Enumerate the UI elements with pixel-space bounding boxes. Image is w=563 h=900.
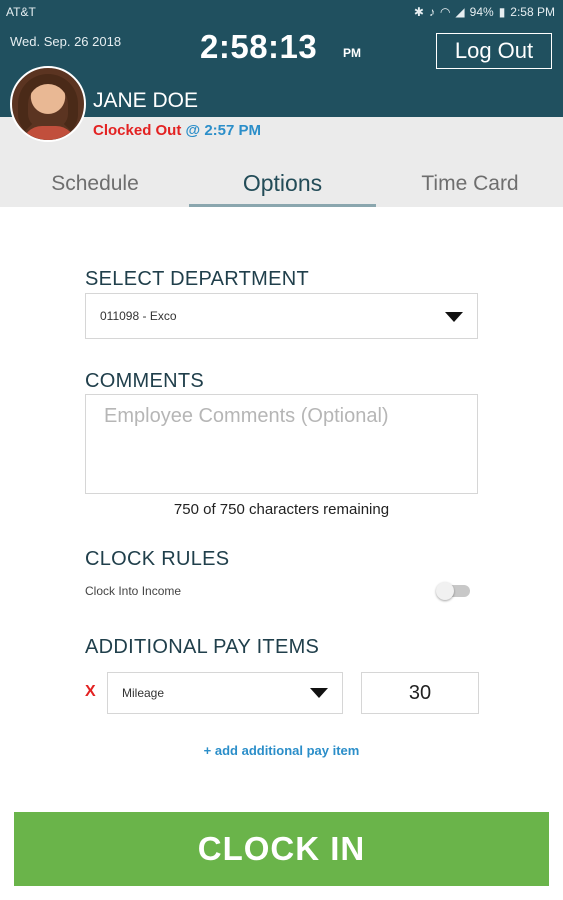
tab-schedule[interactable]: Schedule (30, 172, 160, 196)
tab-time-card[interactable]: Time Card (400, 172, 540, 196)
comments-placeholder: Employee Comments (Optional) (104, 405, 389, 427)
clock-into-income-label: Clock Into Income (85, 584, 182, 598)
pay-items-title: ADDITIONAL PAY ITEMS (85, 636, 320, 658)
department-select[interactable]: 011098 - Exco (85, 293, 478, 339)
tab-options[interactable]: Options (189, 170, 376, 197)
current-time: 2:58:13 (200, 28, 318, 65)
status-badge: Clocked Out (93, 122, 182, 139)
wifi-icon: ◠ (439, 5, 451, 19)
signal-icon: ◢ (455, 5, 465, 19)
department-value: 011098 - Exco (100, 309, 177, 323)
status-time: @ 2:57 PM (185, 122, 262, 139)
comments-input[interactable]: Employee Comments (Optional) (85, 394, 478, 494)
clock-status: Clocked Out @ 2:57 PM (93, 122, 261, 139)
remove-pay-item-button[interactable]: X (85, 683, 96, 701)
status-bar: AT&T ✱ ♪ ◠ ◢ 94% ▮ 2:58 PM (0, 0, 563, 24)
pay-item-type-select[interactable]: Mileage (107, 672, 343, 714)
chevron-down-icon (310, 688, 328, 698)
pay-item-quantity-input[interactable]: 30 (361, 672, 479, 714)
toggle-thumb (436, 582, 454, 600)
bluetooth-icon: ✱ (413, 5, 424, 19)
clock-into-income-toggle[interactable] (436, 582, 470, 600)
mute-icon: ♪ (428, 5, 435, 19)
status-icons: ✱ ♪ ◠ ◢ 94% ▮ 2:58 PM (414, 5, 555, 19)
battery-percent: 94% (469, 5, 494, 19)
avatar (10, 66, 86, 142)
user-name: JANE DOE (93, 89, 199, 112)
logout-button[interactable]: Log Out (436, 33, 552, 69)
system-time: 2:58 PM (510, 5, 555, 19)
clock-in-button[interactable]: CLOCK IN (14, 812, 549, 886)
active-tab-indicator (189, 204, 376, 207)
add-pay-item-link[interactable]: + add additional pay item (85, 743, 478, 758)
pay-item-type-value: Mileage (122, 686, 165, 700)
characters-remaining: 750 of 750 characters remaining (173, 501, 390, 518)
comments-title: COMMENTS (85, 370, 205, 392)
chevron-down-icon (445, 312, 463, 322)
time-ampm: PM (343, 46, 361, 60)
battery-icon: ▮ (498, 5, 506, 19)
department-title: SELECT DEPARTMENT (85, 268, 310, 290)
current-date: Wed. Sep. 26 2018 (10, 34, 122, 49)
carrier-label: AT&T (6, 5, 36, 19)
clock-rules-title: CLOCK RULES (85, 548, 230, 570)
